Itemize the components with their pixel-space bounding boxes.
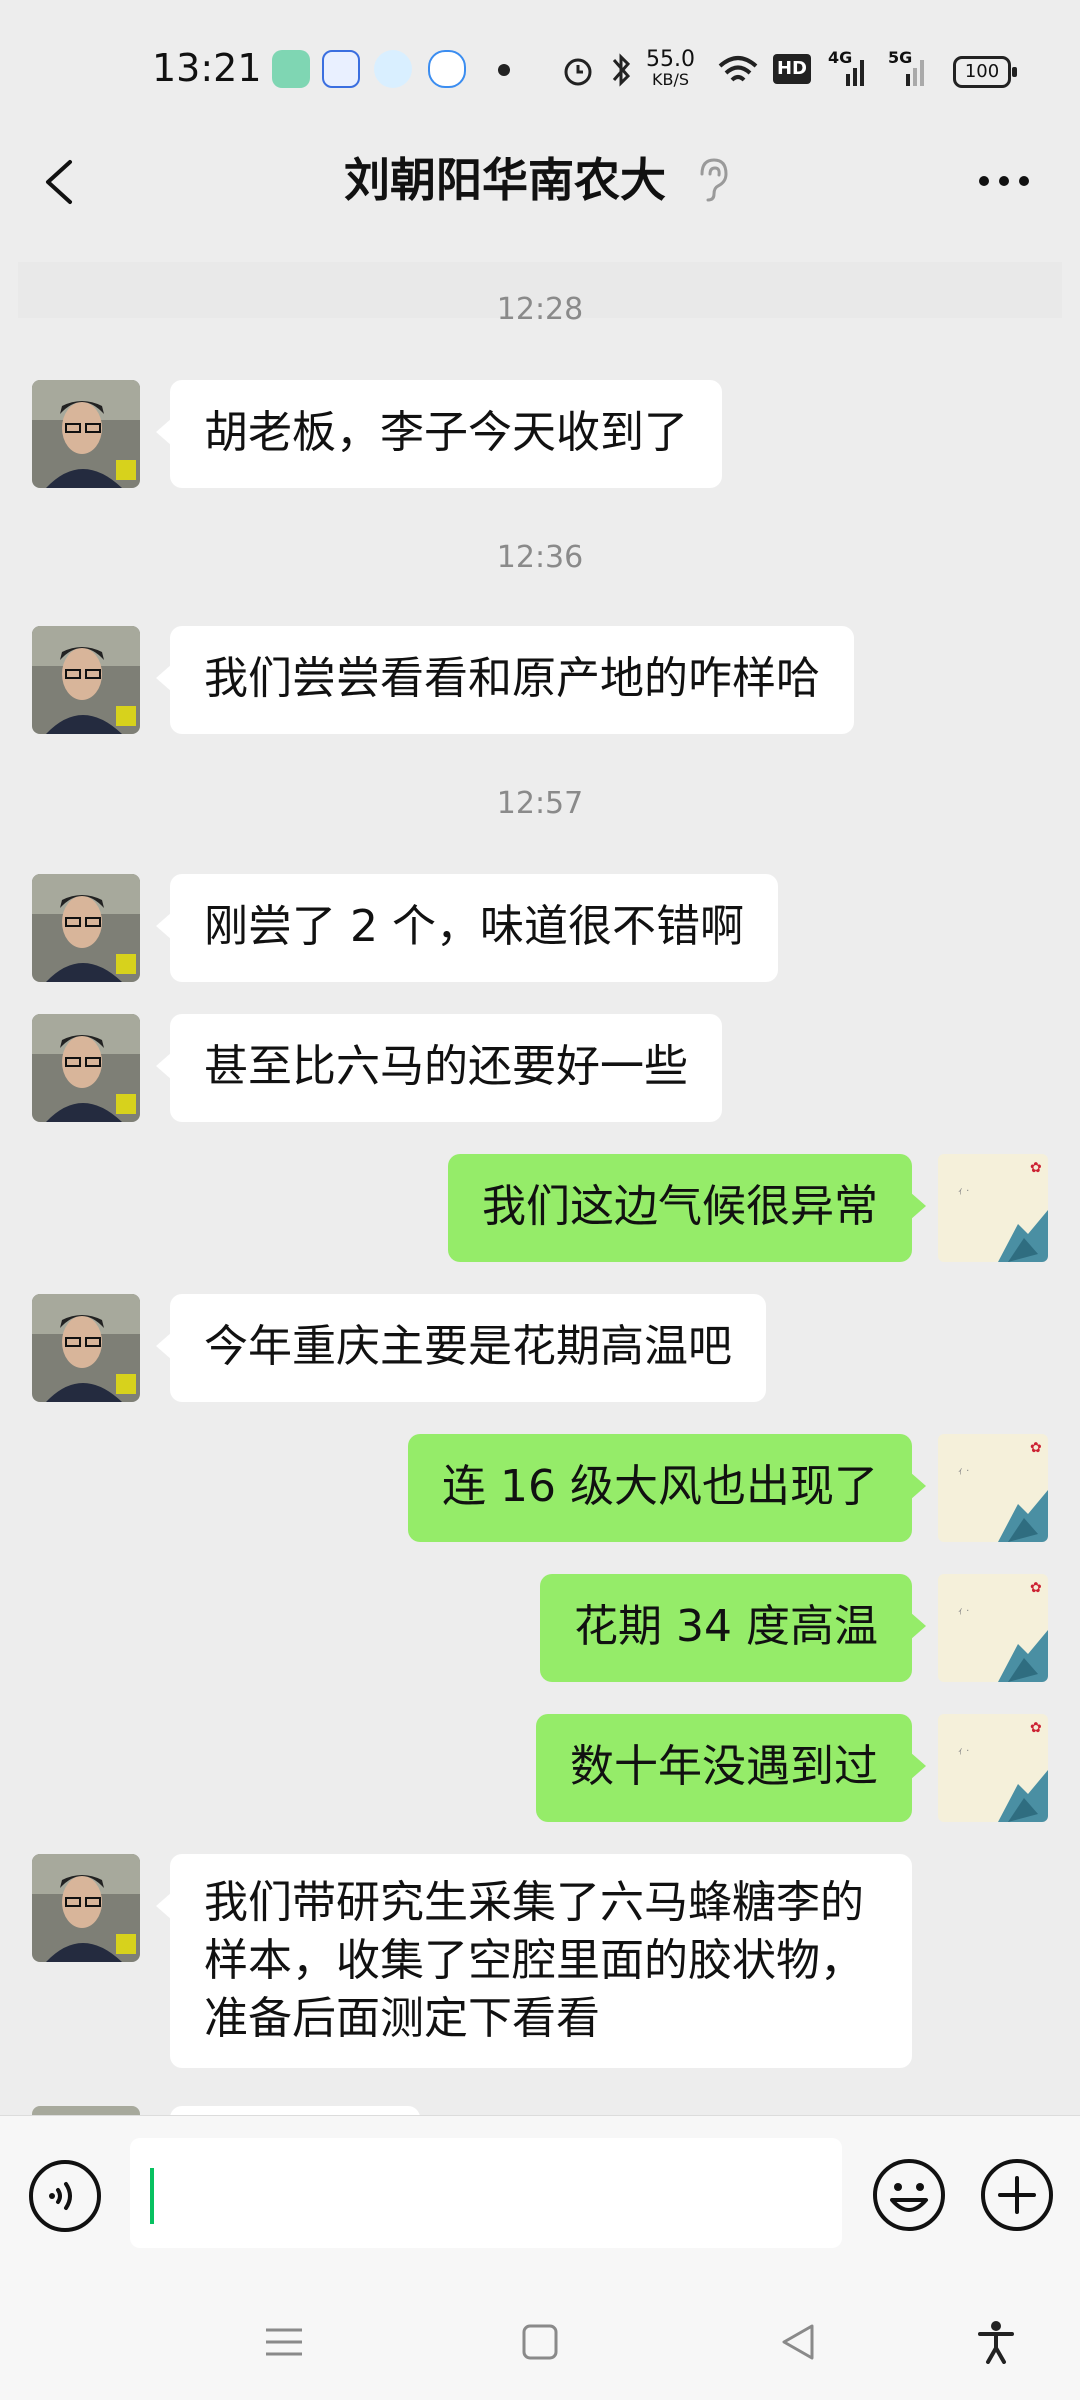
chat-title: 刘朝阳华南农大 [344,153,666,207]
message-bubble-incoming[interactable]: 我们带研究生采集了六马蜂糖李的样本，收集了空腔里面的胶状物，准备后面测定下看看 [156,1854,912,2068]
message-bubble-outgoing[interactable]: 连 16 级大风也出现了 [408,1434,926,1542]
chat-header: 刘朝阳华南农大 [0,130,1080,240]
chat-messages[interactable]: 12:28 胡老板，李子今天收到了 12:36 我们尝尝看看和原产地的咋样哈 1… [0,0,1080,2115]
timestamp: 12:28 [496,292,584,327]
svg-text:ｨ ·: ｨ · [958,1186,969,1197]
message-bubble-outgoing[interactable]: 花期 34 度高温 [540,1574,926,1682]
text-caret [150,2168,154,2224]
message-bubble-incoming[interactable]: 今年重庆主要是花期高温吧 [156,1294,766,1402]
self-avatar[interactable]: ✿ ｨ · [938,1154,1048,1262]
contact-avatar[interactable] [32,1014,140,1122]
timestamp: 12:36 [496,540,584,575]
menu-icon[interactable] [262,2320,306,2364]
message-bubble-incoming[interactable]: 胡老板，李子今天收到了 [156,380,722,488]
message-bubble-outgoing[interactable]: 数十年没遇到过 [536,1714,926,1822]
contact-avatar[interactable] [32,2106,140,2115]
back-triangle-icon[interactable] [776,2320,820,2364]
accessibility-icon[interactable] [974,2320,1018,2364]
more-icon[interactable] [974,166,1034,196]
contact-avatar[interactable] [32,380,140,488]
emoji-icon[interactable] [872,2158,946,2232]
contact-avatar[interactable] [32,1854,140,1962]
self-avatar[interactable]: ✿ ｨ · [938,1714,1048,1822]
message-bubble-incoming[interactable]: 刚尝了 2 个，味道很不错啊 [156,874,778,982]
input-bar [0,2115,1080,2281]
contact-avatar[interactable] [32,1294,140,1402]
svg-text:ｨ ·: ｨ · [958,1746,969,1757]
message-bubble-incoming[interactable]: 甚至比六马的还要好一些 [156,1014,722,1122]
system-nav-bar [0,2280,1080,2400]
message-input[interactable] [130,2138,842,2248]
svg-text:✿: ✿ [1030,1160,1042,1176]
svg-text:ｨ ·: ｨ · [958,1466,969,1477]
plus-icon[interactable] [980,2158,1054,2232]
self-avatar[interactable]: ✿ ｨ · [938,1434,1048,1542]
svg-text:✿: ✿ [1030,1440,1042,1456]
svg-text:ｨ ·: ｨ · [958,1606,969,1617]
voice-icon[interactable] [28,2159,102,2233]
contact-avatar[interactable] [32,626,140,734]
timestamp: 12:57 [496,786,584,821]
svg-text:✿: ✿ [1030,1720,1042,1736]
ear-icon [700,158,728,202]
svg-text:✿: ✿ [1030,1580,1042,1596]
self-avatar[interactable]: ✿ ｨ · [938,1574,1048,1682]
contact-avatar[interactable] [32,874,140,982]
home-square-icon[interactable] [518,2320,562,2364]
message-bubble-incoming[interactable] [170,2106,420,2115]
message-bubble-incoming[interactable]: 我们尝尝看看和原产地的咋样哈 [156,626,854,734]
message-bubble-outgoing[interactable]: 我们这边气候很异常 [448,1154,926,1262]
